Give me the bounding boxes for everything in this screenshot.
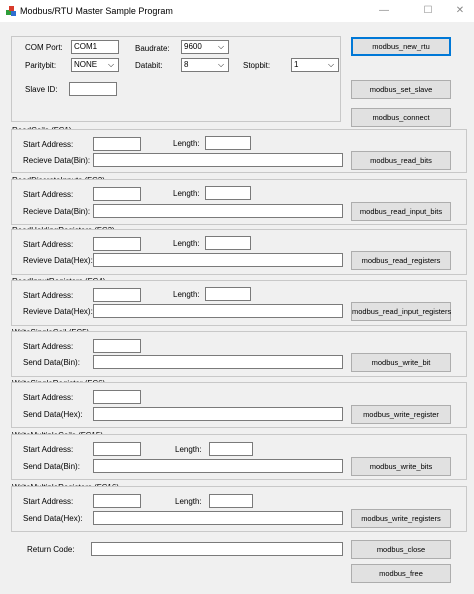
fc15-start-label: Start Address:	[23, 445, 74, 454]
return-code-label: Return Code:	[27, 545, 75, 554]
window-title: Modbus/RTU Master Sample Program	[20, 6, 173, 16]
databit-label: Databit:	[135, 61, 163, 70]
modbus-read-bits-button[interactable]: modbus_read_bits	[351, 151, 451, 170]
app-icon	[6, 6, 16, 16]
stopbit-select[interactable]: 1 ⌵	[291, 58, 339, 72]
fc2-length-label: Length:	[173, 189, 200, 198]
fc4-start-input[interactable]	[93, 288, 141, 302]
fc1-start-label: Start Address:	[23, 140, 74, 149]
fc4-length-label: Length:	[173, 290, 200, 299]
stopbit-label: Stopbit:	[243, 61, 271, 70]
chevron-down-icon: ⌵	[107, 60, 115, 69]
baudrate-value: 9600	[184, 42, 202, 51]
fc15-length-input[interactable]	[209, 442, 253, 456]
fc4-length-input[interactable]	[205, 287, 251, 301]
fc1-start-input[interactable]	[93, 137, 141, 151]
modbus-write-bit-button[interactable]: modbus_write_bit	[351, 353, 451, 372]
paritybit-value: NONE	[74, 60, 98, 69]
slave-id-input[interactable]	[69, 82, 117, 96]
fc6-start-label: Start Address:	[23, 393, 74, 402]
fc2-start-input[interactable]	[93, 187, 141, 201]
close-icon[interactable]: ✕	[448, 3, 472, 19]
modbus-write-register-button[interactable]: modbus_write_register	[351, 405, 451, 424]
fc3-data-input[interactable]	[93, 253, 343, 267]
modbus-write-bits-button[interactable]: modbus_write_bits	[351, 457, 451, 476]
chevron-down-icon: ⌵	[217, 60, 225, 69]
modbus-close-button[interactable]: modbus_close	[351, 540, 451, 559]
fc15-length-label: Length:	[175, 445, 202, 454]
modbus-connect-button[interactable]: modbus_connect	[351, 108, 451, 127]
modbus-read-input-registers-button[interactable]: modbus_read_input_registers	[351, 302, 451, 321]
fc15-data-input[interactable]	[93, 459, 343, 473]
return-code-input[interactable]	[91, 542, 343, 556]
fc16-data-input[interactable]	[93, 511, 343, 525]
fc4-start-label: Start Address:	[23, 291, 74, 300]
fc6-start-input[interactable]	[93, 390, 141, 404]
chevron-down-icon: ⌵	[217, 42, 225, 51]
fc3-data-label: Revieve Data(Hex):	[23, 256, 93, 265]
fc16-length-input[interactable]	[209, 494, 253, 508]
maximize-icon[interactable]: ☐	[416, 3, 440, 19]
fc5-start-input[interactable]	[93, 339, 141, 353]
paritybit-select[interactable]: NONE ⌵	[71, 58, 119, 72]
fc2-data-input[interactable]	[93, 204, 343, 218]
fc3-start-label: Start Address:	[23, 240, 74, 249]
slave-id-label: Slave ID:	[25, 85, 58, 94]
modbus-set-slave-button[interactable]: modbus_set_slave	[351, 80, 451, 99]
fc3-start-input[interactable]	[93, 237, 141, 251]
modbus-write-registers-button[interactable]: modbus_write_registers	[351, 509, 451, 528]
fc5-start-label: Start Address:	[23, 342, 74, 351]
fc1-length-input[interactable]	[205, 136, 251, 150]
fc16-start-input[interactable]	[93, 494, 141, 508]
fc2-start-label: Start Address:	[23, 190, 74, 199]
fc5-data-label: Send Data(Bin):	[23, 358, 80, 367]
chevron-down-icon: ⌵	[327, 60, 335, 69]
fc5-data-input[interactable]	[93, 355, 343, 369]
baudrate-select[interactable]: 9600 ⌵	[181, 40, 229, 54]
fc4-data-label: Revieve Data(Hex):	[23, 307, 93, 316]
fc6-data-input[interactable]	[93, 407, 343, 421]
main-window-body: COM Port: COM1 Baudrate: 9600 ⌵ Paritybi…	[3, 22, 471, 594]
databit-value: 8	[184, 60, 189, 69]
fc16-length-label: Length:	[175, 497, 202, 506]
fc3-length-label: Length:	[173, 239, 200, 248]
modbus-read-input-bits-button[interactable]: modbus_read_input_bits	[351, 202, 451, 221]
fc1-data-input[interactable]	[93, 153, 343, 167]
com-port-label: COM Port:	[25, 43, 63, 52]
modbus-new-rtu-button[interactable]: modbus_new_rtu	[351, 37, 451, 56]
fc2-length-input[interactable]	[205, 186, 251, 200]
fc1-length-label: Length:	[173, 139, 200, 148]
paritybit-label: Paritybit:	[25, 61, 57, 70]
minimize-icon[interactable]: —	[372, 3, 396, 19]
fc3-length-input[interactable]	[205, 236, 251, 250]
fc16-data-label: Send Data(Hex):	[23, 514, 83, 523]
title-bar: Modbus/RTU Master Sample Program — ☐ ✕	[0, 0, 474, 22]
fc1-data-label: Recieve Data(Bin):	[23, 156, 91, 165]
stopbit-value: 1	[294, 60, 299, 69]
baudrate-label: Baudrate:	[135, 44, 170, 53]
fc2-data-label: Recieve Data(Bin):	[23, 207, 91, 216]
databit-select[interactable]: 8 ⌵	[181, 58, 229, 72]
fc4-data-input[interactable]	[93, 304, 343, 318]
fc6-data-label: Send Data(Hex):	[23, 410, 83, 419]
fc15-data-label: Send Data(Bin):	[23, 462, 80, 471]
fc15-start-input[interactable]	[93, 442, 141, 456]
com-port-input[interactable]: COM1	[71, 40, 119, 54]
fc16-start-label: Start Address:	[23, 497, 74, 506]
modbus-free-button[interactable]: modbus_free	[351, 564, 451, 583]
modbus-read-registers-button[interactable]: modbus_read_registers	[351, 251, 451, 270]
